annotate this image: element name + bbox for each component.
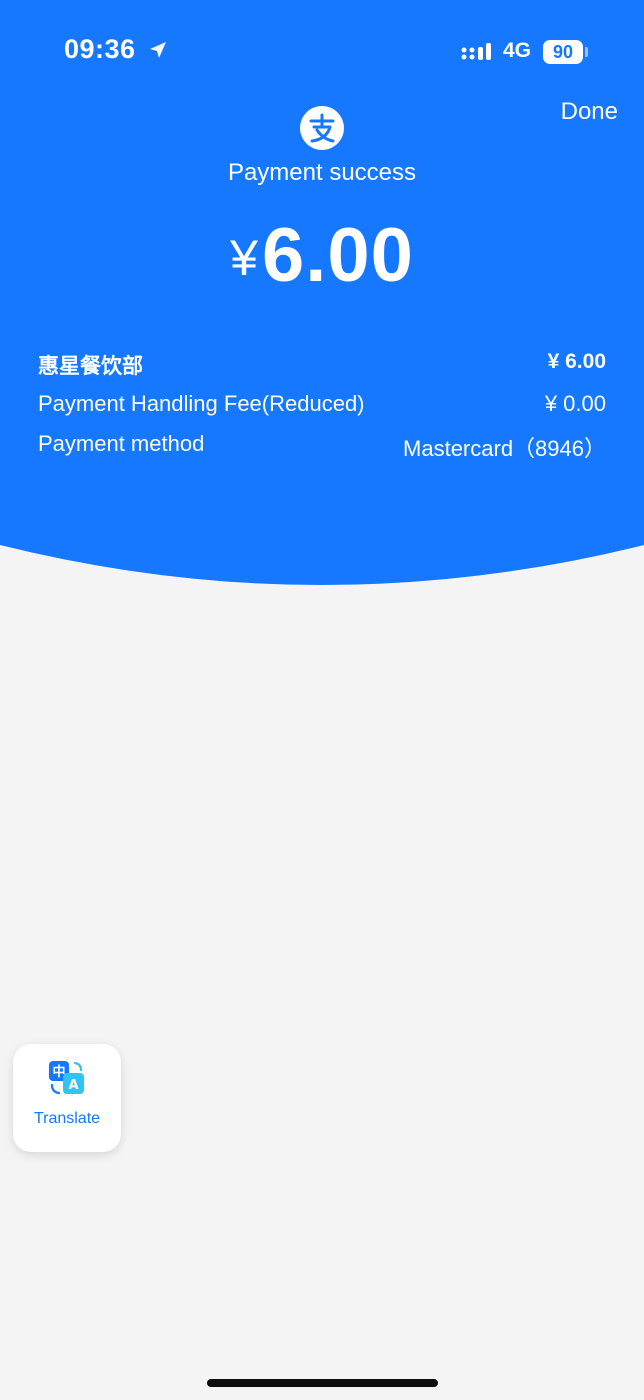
currency-symbol: ¥ — [230, 230, 258, 286]
battery-tip — [585, 47, 588, 57]
merchant-name: 惠星餐饮部 — [38, 355, 143, 378]
battery-icon: 90 — [543, 40, 583, 64]
merchant-amount: ¥ 6.00 — [547, 350, 606, 373]
translate-icon: 中 A — [49, 1061, 84, 1095]
home-indicator — [207, 1379, 438, 1387]
fee-label: Payment Handling Fee(Reduced) — [38, 391, 365, 416]
translate-label: Translate — [33, 1110, 101, 1127]
amount-value: 6.00 — [261, 213, 414, 298]
method-label: Payment method — [38, 431, 205, 456]
network-type: 4G — [503, 39, 532, 62]
location-arrow-icon — [150, 42, 166, 58]
status-time: 09:36 — [64, 34, 136, 64]
alipay-logo-icon — [300, 106, 344, 150]
fee-value: ¥ 0.00 — [544, 391, 606, 416]
done-button[interactable]: Done — [561, 98, 618, 126]
translate-button[interactable]: 中 A Translate — [13, 1044, 121, 1152]
payment-amount: ¥6.00 — [0, 218, 644, 294]
translate-icon-en: A — [68, 1078, 78, 1093]
method-value: Mastercard（8946） — [403, 436, 606, 461]
signal-icon — [461, 43, 491, 60]
translate-icon-zh: 中 — [52, 1064, 65, 1080]
payment-success-title: Payment success — [227, 159, 417, 186]
